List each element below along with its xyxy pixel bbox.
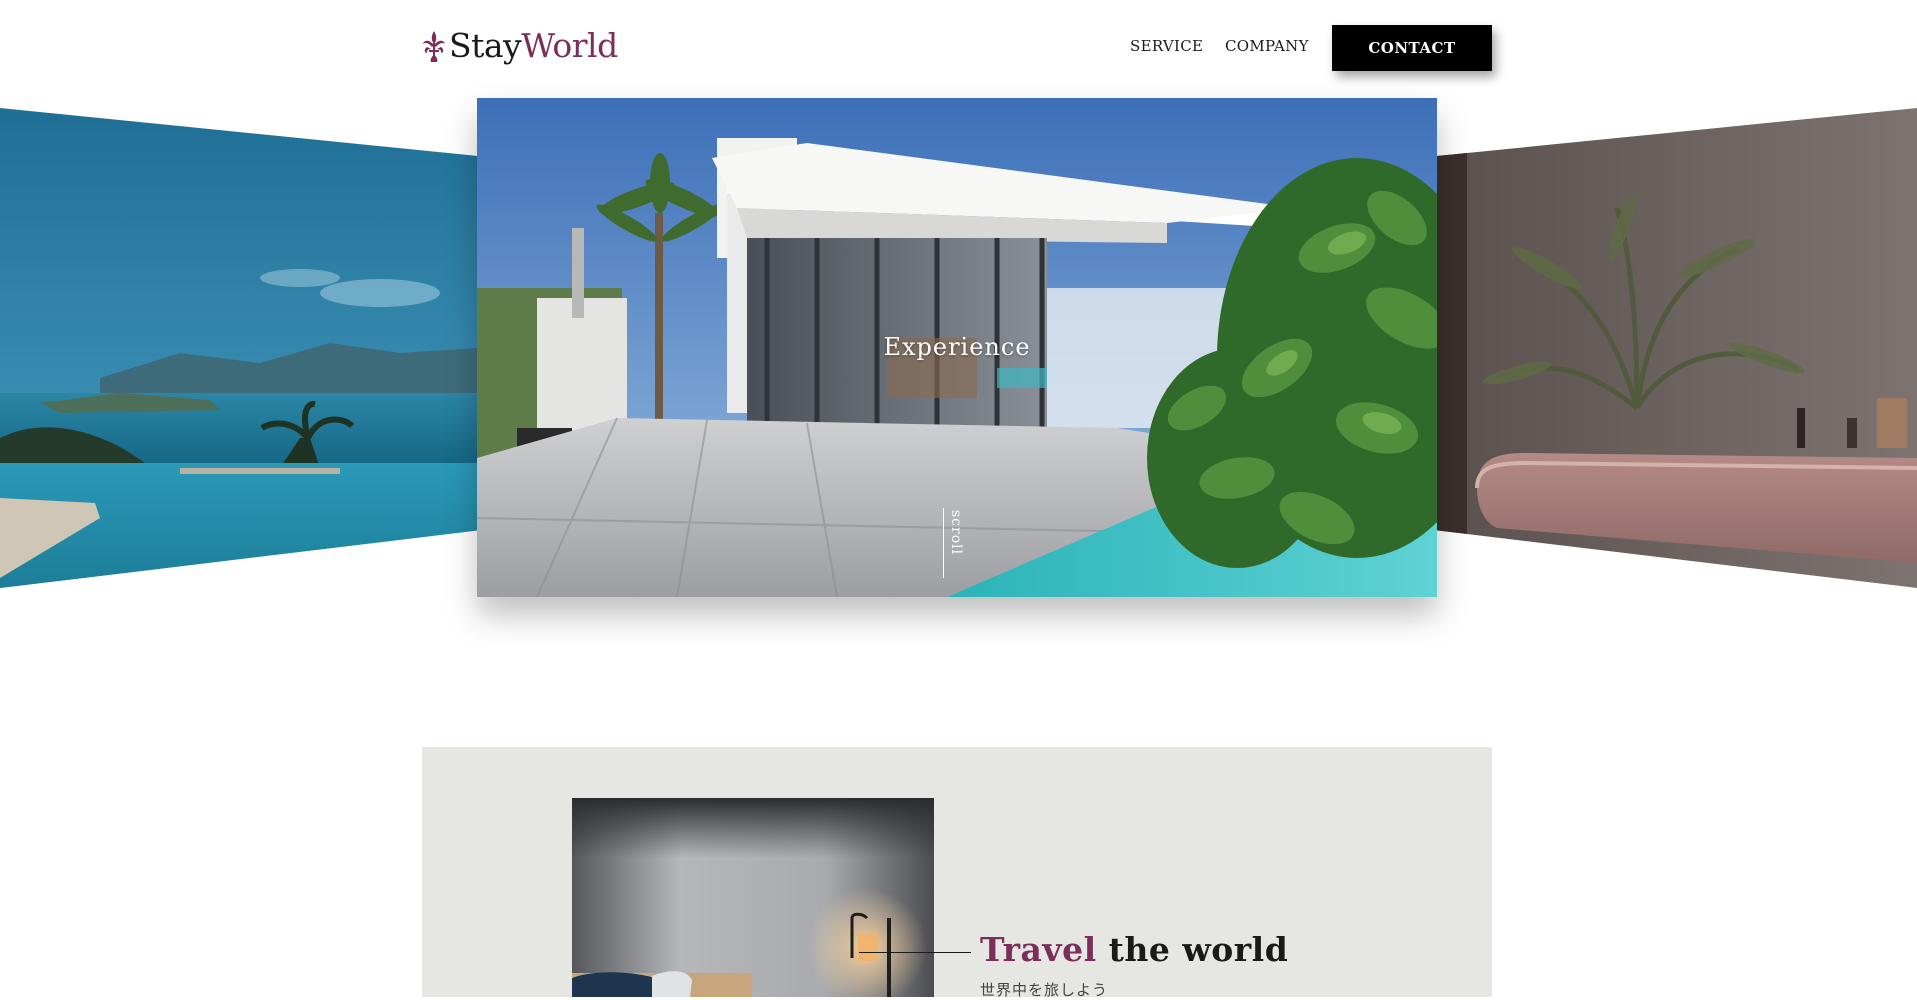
nav-link-service[interactable]: SERVICE	[1130, 37, 1203, 55]
logo-text-accent: World	[521, 26, 618, 65]
slide-prev-image[interactable]	[0, 108, 478, 588]
scroll-label: scroll	[948, 510, 964, 556]
slide-next-image[interactable]	[1437, 108, 1917, 588]
heading-connector-line	[859, 952, 971, 953]
hero-title: Experience	[883, 333, 1031, 361]
logo-text: StayWorld	[449, 26, 618, 65]
contact-button[interactable]: CONTACT	[1332, 25, 1492, 71]
infinity-pool-sea-photo	[0, 108, 478, 588]
bathtub-palm-photo	[1437, 108, 1917, 588]
about-photo	[572, 798, 934, 997]
scroll-line	[943, 508, 944, 578]
about-heading: Travel the world	[980, 930, 1288, 969]
bedroom-lamp-photo	[572, 798, 934, 997]
hero-slide[interactable]: Experience scroll	[477, 98, 1437, 597]
fleur-icon	[423, 30, 445, 62]
logo[interactable]: StayWorld	[421, 26, 618, 65]
site-header: StayWorld SERVICE COMPANY CONTACT	[0, 0, 1917, 96]
about-heading-rest: the world	[1108, 930, 1289, 969]
scroll-indicator[interactable]: scroll	[943, 508, 973, 578]
nav-link-company[interactable]: COMPANY	[1225, 37, 1309, 55]
logo-text-main: Stay	[449, 26, 522, 65]
about-section: Travel the world 世界中を旅しよう	[422, 747, 1492, 999]
about-heading-accent: Travel	[980, 930, 1097, 969]
